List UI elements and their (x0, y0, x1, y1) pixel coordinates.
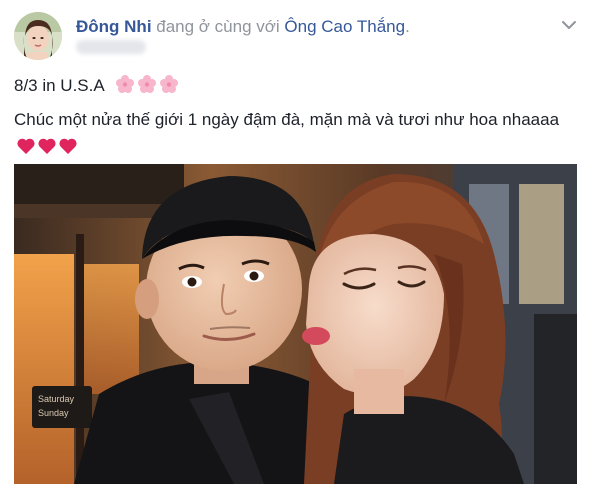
post-text-message: Chúc một nửa thế giới 1 ngày đậm đà, mặn… (14, 110, 560, 129)
heart-icon (17, 138, 35, 154)
avatar-image (14, 12, 62, 60)
post-text-line-2: Chúc một nửa thế giới 1 ngày đậm đà, mặn… (14, 106, 574, 160)
cherry-blossom-icon (159, 75, 178, 93)
cherry-blossom-icon (137, 75, 156, 93)
cherry-blossom-icon (115, 75, 134, 93)
tagged-user-link[interactable]: Ông Cao Thắng (284, 17, 405, 36)
heart-emoji-group (16, 136, 78, 156)
facebook-post: Đông Nhi đang ở cùng với Ông Cao Thắng. … (0, 0, 592, 492)
sign-text-sunday: Sunday (38, 408, 69, 418)
post-text-line-1: 8/3 in U.S.A (14, 74, 179, 98)
with-text: đang ở cùng với (151, 17, 285, 36)
sign-text-saturday: Saturday (38, 394, 75, 404)
selfie-photo-image: Saturday Sunday (14, 164, 577, 484)
author-name-link[interactable]: Đông Nhi (76, 17, 152, 36)
author-avatar[interactable] (14, 12, 62, 60)
post-options-chevron-icon[interactable] (560, 18, 578, 32)
post-meta-blurred (76, 40, 146, 54)
heart-icon (59, 138, 77, 154)
post-header: Đông Nhi đang ở cùng với Ông Cao Thắng. (76, 16, 410, 38)
post-photo[interactable]: Saturday Sunday (14, 164, 577, 484)
flower-emoji-group (115, 74, 179, 94)
heart-icon (38, 138, 56, 154)
tagged-suffix: . (405, 17, 410, 36)
post-text-date: 8/3 in U.S.A (14, 76, 104, 95)
